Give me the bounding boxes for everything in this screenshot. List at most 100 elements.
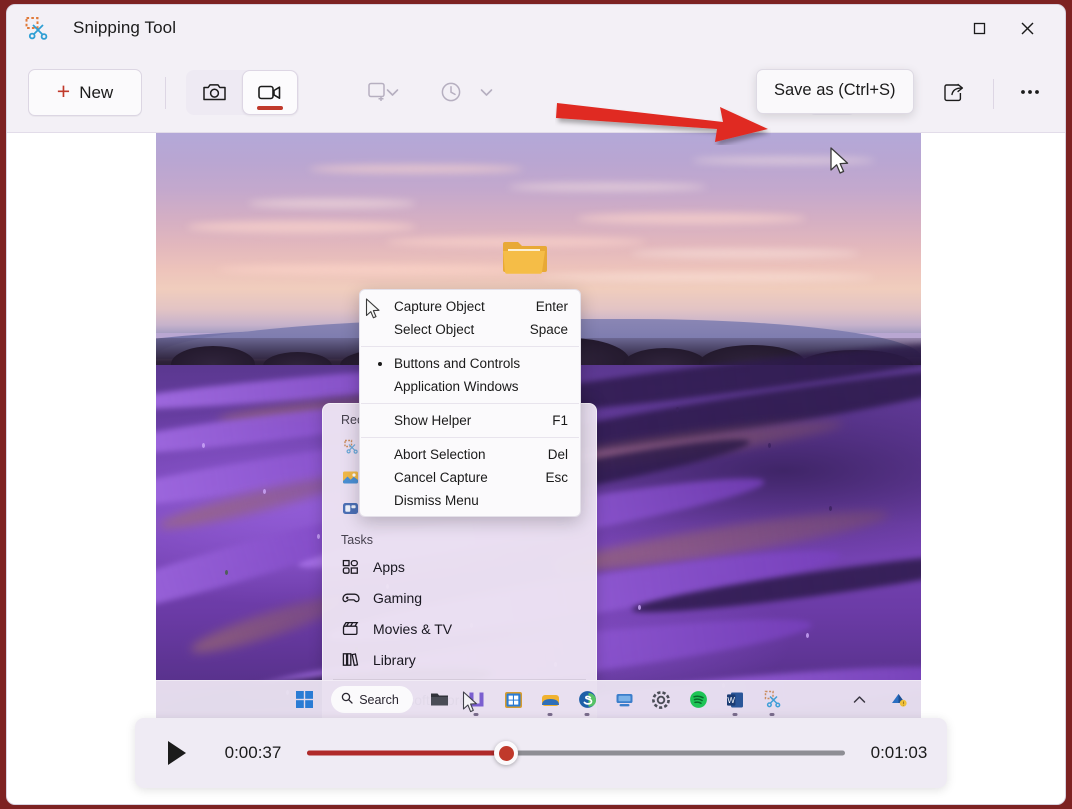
menu-item-application-windows[interactable]: Application Windows <box>360 375 580 398</box>
screen-background: Snipping Tool + New <box>0 0 1072 809</box>
library-books-icon <box>341 650 360 669</box>
running-indicator <box>733 713 738 716</box>
taskbar-settings[interactable] <box>643 681 680 719</box>
menu-item-show-helper[interactable]: Show Helper F1 <box>360 409 580 432</box>
menu-item-label: Abort Selection <box>394 447 548 462</box>
menu-item-label: Dismiss Menu <box>394 493 568 508</box>
plus-icon: + <box>57 80 70 103</box>
svg-text:W: W <box>728 696 736 705</box>
start-menu-item-label: Apps <box>373 559 405 575</box>
taskbar-snip-blue[interactable] <box>754 681 791 719</box>
more-button[interactable] <box>1007 69 1053 115</box>
mouse-cursor <box>365 298 383 321</box>
start-menu-item-label: Gaming <box>373 590 422 606</box>
running-indicator <box>548 713 553 716</box>
video-player-controls: 0:00:37 0:01:03 <box>135 718 947 788</box>
snipping-tool-window: Snipping Tool + New <box>6 4 1066 805</box>
mouse-cursor <box>462 691 481 715</box>
photos-icon <box>341 468 360 487</box>
search-input[interactable]: Search <box>331 686 413 713</box>
menu-item-capture-object[interactable]: Capture Object Enter <box>360 295 580 318</box>
selected-bullet-icon <box>378 362 382 366</box>
menu-item-label: Show Helper <box>394 413 552 428</box>
mode-toggle-group <box>186 70 299 115</box>
total-time-label: 0:01:03 <box>851 743 947 763</box>
maximize-button[interactable] <box>956 5 1002 51</box>
toolbar: + New <box>7 53 1065 133</box>
tray-overflow-button[interactable] <box>841 681 878 719</box>
menu-item-abort-selection[interactable]: Abort Selection Del <box>360 443 580 466</box>
seek-thumb[interactable] <box>494 741 518 765</box>
snipping-tool-icon <box>23 16 51 42</box>
taskbar-teams[interactable] <box>606 681 643 719</box>
menu-item-label: Select Object <box>394 322 530 337</box>
preview-canvas: Recent <box>7 133 1066 805</box>
running-indicator <box>585 713 590 716</box>
record-mode-indicator <box>257 106 283 110</box>
folder-icon <box>501 238 547 276</box>
menu-item-dismiss-menu[interactable]: Dismiss Menu <box>360 489 580 512</box>
menu-item-cancel-capture[interactable]: Cancel Capture Esc <box>360 466 580 489</box>
roundedtb-icon <box>341 499 360 518</box>
mouse-cursor <box>829 147 853 177</box>
share-button[interactable] <box>931 69 977 115</box>
menu-divider <box>361 437 579 438</box>
menu-item-shortcut: Space <box>530 322 568 337</box>
snip-shape-dropdown[interactable] <box>374 69 410 115</box>
start-button[interactable] <box>286 681 323 719</box>
save-as-tooltip: Save as (Ctrl+S) <box>756 69 914 114</box>
taskbar-spotify[interactable] <box>680 681 717 719</box>
menu-divider <box>361 346 579 347</box>
taskbar-file-explorer[interactable] <box>421 681 458 719</box>
start-menu-item-library[interactable]: Library <box>323 644 596 675</box>
menu-item-shortcut: Enter <box>536 299 568 314</box>
menu-item-shortcut: Del <box>548 447 568 462</box>
record-mode-button[interactable] <box>242 70 298 115</box>
new-button-label: New <box>79 83 113 103</box>
system-tray: ! <box>841 681 917 719</box>
taskbar-mail[interactable] <box>532 681 569 719</box>
taskbar-microsoft-store[interactable] <box>495 681 532 719</box>
menu-item-label: Application Windows <box>394 379 568 394</box>
start-menu-item-label: Movies & TV <box>373 621 452 637</box>
snapshot-mode-button[interactable] <box>186 70 242 115</box>
search-placeholder: Search <box>359 693 399 707</box>
delay-dropdown[interactable] <box>468 69 504 115</box>
toolbar-divider <box>165 77 166 109</box>
start-menu-item-movies[interactable]: Movies & TV <box>323 613 596 644</box>
clapperboard-icon <box>341 619 360 638</box>
gamepad-icon <box>341 588 360 607</box>
taskbar-skype[interactable] <box>569 681 606 719</box>
menu-item-label: Buttons and Controls <box>394 356 568 371</box>
menu-item-label: Cancel Capture <box>394 470 545 485</box>
snipping-tool-icon <box>341 437 360 456</box>
search-icon <box>341 692 353 707</box>
start-menu-item-apps[interactable]: Apps <box>323 551 596 582</box>
title-bar: Snipping Tool <box>7 5 1065 53</box>
seek-track <box>307 751 845 756</box>
menu-item-buttons-and-controls[interactable]: Buttons and Controls <box>360 352 580 375</box>
new-button[interactable]: + New <box>28 69 142 116</box>
toolbar-divider-2 <box>993 79 994 109</box>
menu-item-shortcut: F1 <box>552 413 568 428</box>
taskbar: Search <box>156 680 921 718</box>
tray-status-icon[interactable]: ! <box>880 681 917 719</box>
menu-item-label: Capture Object <box>394 299 536 314</box>
apps-grid-icon <box>341 557 360 576</box>
close-button[interactable] <box>1004 5 1050 51</box>
play-button[interactable] <box>149 718 205 788</box>
menu-divider <box>361 403 579 404</box>
seek-slider[interactable] <box>307 718 845 788</box>
start-menu-item-gaming[interactable]: Gaming <box>323 582 596 613</box>
page-title: Snipping Tool <box>73 18 176 38</box>
running-indicator <box>770 713 775 716</box>
taskbar-word[interactable]: W <box>717 681 754 719</box>
menu-item-select-object[interactable]: Select Object Space <box>360 318 580 341</box>
seek-progress-fill <box>307 751 506 756</box>
current-time-label: 0:00:37 <box>205 743 301 763</box>
tasks-header: Tasks <box>323 524 596 551</box>
menu-item-shortcut: Esc <box>545 470 568 485</box>
context-menu: Capture Object Enter Select Object Space… <box>359 289 581 517</box>
captured-recording-frame[interactable]: Recent <box>156 133 921 718</box>
start-menu-item-label: Library <box>373 652 416 668</box>
